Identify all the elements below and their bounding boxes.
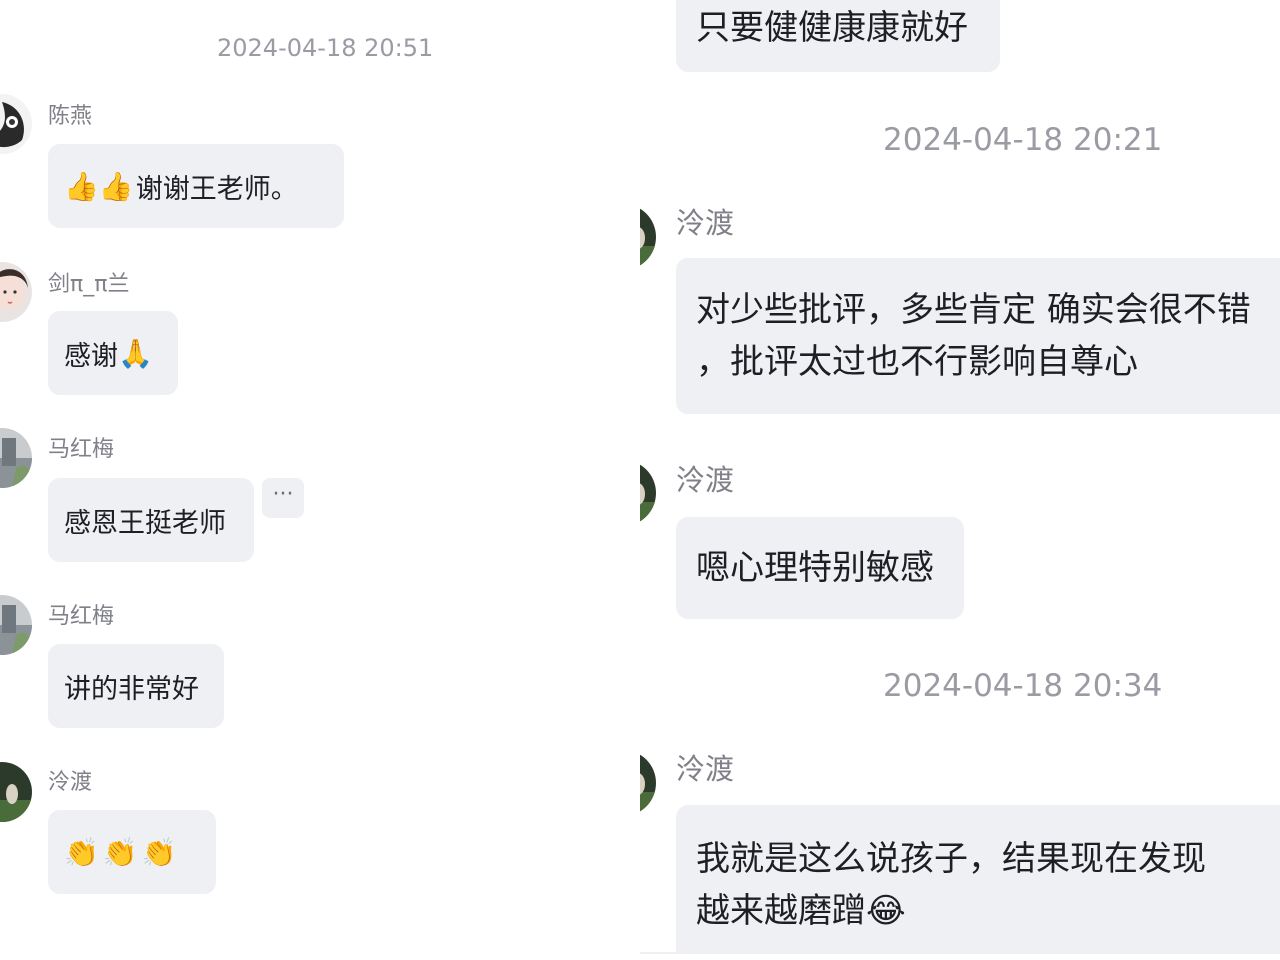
message-bubble[interactable]: 感恩王挺老师 <box>48 478 254 562</box>
avatar-image <box>0 762 32 822</box>
message-text: 感恩王挺老师 <box>64 507 226 539</box>
praying-hands-icon: 🙏 <box>118 336 153 370</box>
sender-name: 陈燕 <box>48 104 93 129</box>
more-options-button[interactable]: ··· <box>262 478 304 518</box>
screenshot-collage: 2024-04-18 20:51 陈燕 👍👍 谢谢王老师。 剑π_π兰 感谢 🙏… <box>0 0 1280 960</box>
right-chat-panel[interactable]: 只要健健康康就好 2024-04-18 20:21 泠渡 对少些批评，多些肯定 … <box>640 0 1280 954</box>
avatar[interactable] <box>640 204 656 270</box>
avatar-image <box>0 262 32 322</box>
avatar-image <box>0 94 32 154</box>
timestamp: 2024-04-18 20:51 <box>217 34 434 62</box>
message-bubble[interactable]: 嗯心理特别敏感 <box>676 517 964 619</box>
avatar[interactable] <box>0 262 32 322</box>
message-bubble[interactable]: 只要健健康康就好 <box>676 0 1000 72</box>
avatar-image <box>0 595 32 655</box>
message-bubble[interactable]: 我就是这么说孩子，结果现在发现 越来越磨蹭😂 <box>676 805 1280 952</box>
message-bubble[interactable]: 感谢 🙏 <box>48 311 178 395</box>
message-text: 嗯心理特别敏感 <box>696 548 934 588</box>
avatar-image <box>0 428 32 488</box>
timestamp: 2024-04-18 20:34 <box>883 668 1163 704</box>
sender-name: 泠渡 <box>676 463 735 497</box>
clapping-hands-icon: 👏👏👏 <box>64 835 181 869</box>
message-text-line: 我就是这么说孩子，结果现在发现 <box>696 839 1206 879</box>
message-text: 只要健健康康就好 <box>696 8 968 48</box>
message-bubble[interactable]: 对少些批评，多些肯定 确实会很不错 ，批评太过也不行影响自尊心 <box>676 258 1280 414</box>
message-text: 感谢 <box>64 340 118 372</box>
message-text: 谢谢王老师。 <box>135 173 298 205</box>
sender-name: 马红梅 <box>48 437 115 462</box>
avatar-image <box>640 750 656 816</box>
thumbs-up-icon: 👍👍 <box>64 169 134 203</box>
timestamp: 2024-04-18 20:21 <box>883 122 1163 158</box>
avatar[interactable] <box>640 750 656 816</box>
message-text-line: 对少些批评，多些肯定 确实会很不错 <box>696 290 1251 330</box>
laughing-tears-icon: 😂 <box>866 891 906 931</box>
divider <box>632 0 640 960</box>
avatar[interactable] <box>0 762 32 822</box>
avatar[interactable] <box>0 428 32 488</box>
message-text-line: ，批评太过也不行影响自尊心 <box>696 342 1138 382</box>
message-bubble[interactable]: 👍👍 谢谢王老师。 <box>48 144 344 228</box>
avatar[interactable] <box>640 460 656 526</box>
sender-name: 剑π_π兰 <box>48 272 130 297</box>
avatar-image <box>640 204 656 270</box>
sender-name: 马红梅 <box>48 604 115 629</box>
message-text-line-2: 越来越磨蹭😂 <box>696 885 1276 937</box>
message-bubble[interactable]: 👏👏👏 <box>48 810 216 894</box>
sender-name: 泠渡 <box>48 770 93 795</box>
message-text: 越来越磨蹭 <box>696 891 866 931</box>
sender-name: 泠渡 <box>676 752 735 786</box>
message-bubble[interactable]: 讲的非常好 <box>48 644 224 728</box>
avatar[interactable] <box>0 595 32 655</box>
avatar[interactable] <box>0 94 32 154</box>
sender-name: 泠渡 <box>676 206 735 240</box>
avatar-image <box>640 460 656 526</box>
left-chat-panel[interactable]: 2024-04-18 20:51 陈燕 👍👍 谢谢王老师。 剑π_π兰 感谢 🙏… <box>0 0 632 960</box>
message-text: 讲的非常好 <box>64 673 199 705</box>
